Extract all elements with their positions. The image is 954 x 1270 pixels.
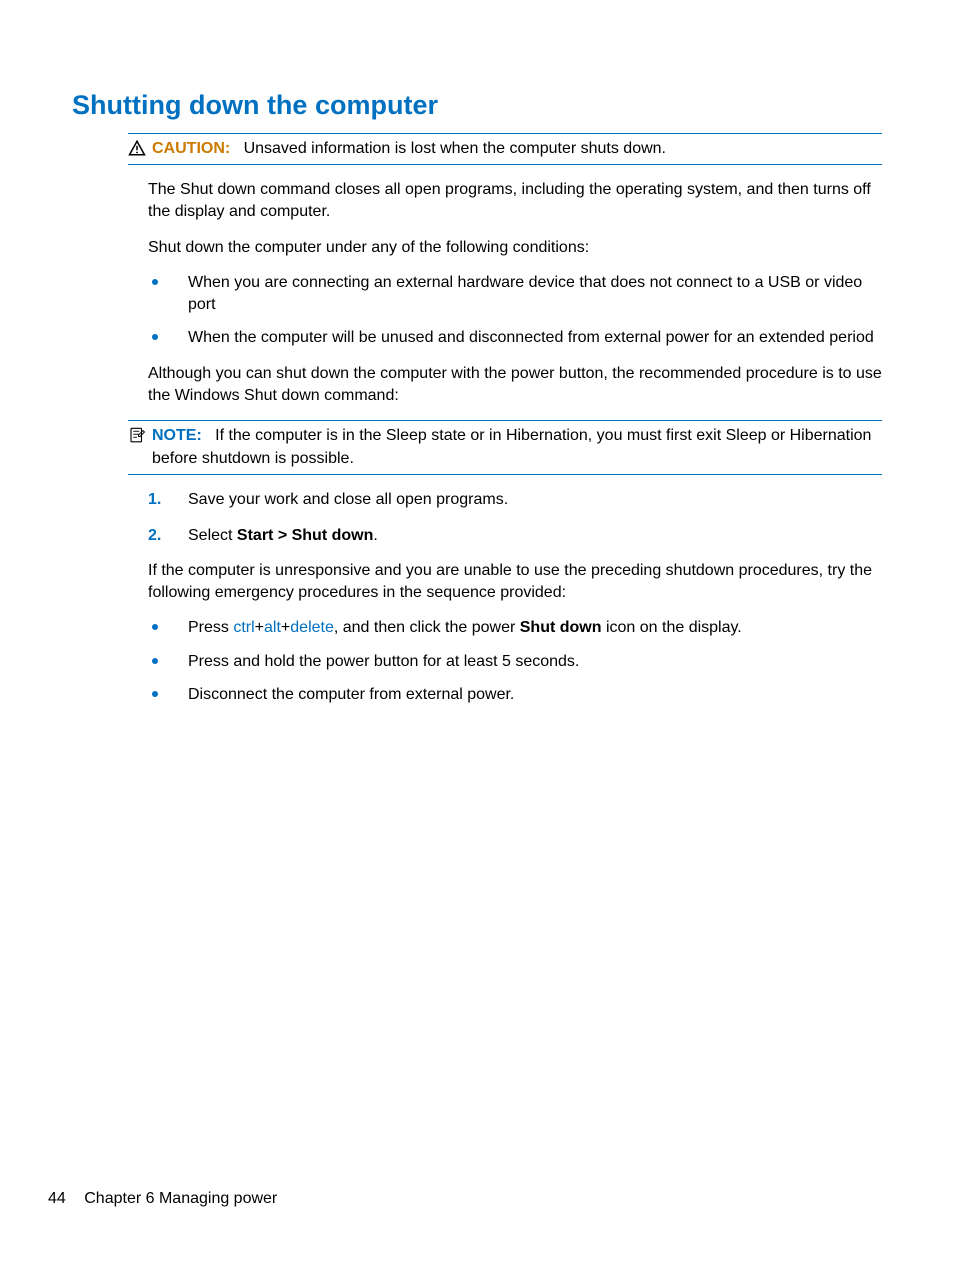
paragraph: If the computer is unresponsive and you … <box>148 560 882 603</box>
text: , and then click the power <box>334 619 520 636</box>
steps-list: Save your work and close all open progra… <box>148 489 882 546</box>
page-footer: 44 Chapter 6 Managing power <box>48 1190 277 1208</box>
note-callout: NOTE: If the computer is in the Sleep st… <box>128 420 882 475</box>
conditions-list: When you are connecting an external hard… <box>148 272 882 349</box>
list-item: Press ctrl+alt+delete, and then click th… <box>148 617 882 639</box>
paragraph: The Shut down command closes all open pr… <box>148 179 882 222</box>
note-label: NOTE: <box>152 427 202 444</box>
step-text: Select <box>188 527 237 544</box>
emergency-list: Press ctrl+alt+delete, and then click th… <box>148 617 882 706</box>
caution-label: CAUTION: <box>152 140 230 157</box>
caution-text-container: CAUTION: Unsaved information is lost whe… <box>152 138 882 160</box>
caution-icon <box>128 139 146 157</box>
key-delete: delete <box>290 619 334 636</box>
note-text: If the computer is in the Sleep state or… <box>152 427 871 466</box>
list-item: When the computer will be unused and dis… <box>148 327 882 349</box>
key-alt: alt <box>264 619 281 636</box>
note-icon <box>128 426 146 444</box>
page-title: Shutting down the computer <box>72 90 882 121</box>
list-item: Disconnect the computer from external po… <box>148 684 882 706</box>
paragraph: Although you can shut down the computer … <box>148 363 882 406</box>
body-content-2: Save your work and close all open progra… <box>148 489 882 706</box>
page-number: 44 <box>48 1190 66 1207</box>
document-page: Shutting down the computer CAUTION: Unsa… <box>0 0 954 706</box>
bold-text: Shut down <box>520 619 602 636</box>
text: + <box>255 619 264 636</box>
note-text-container: NOTE: If the computer is in the Sleep st… <box>152 425 882 470</box>
list-item: When you are connecting an external hard… <box>148 272 882 315</box>
text: Press <box>188 619 233 636</box>
paragraph: Shut down the computer under any of the … <box>148 237 882 259</box>
list-item: Press and hold the power button for at l… <box>148 651 882 673</box>
step-item: Save your work and close all open progra… <box>148 489 882 511</box>
key-ctrl: ctrl <box>233 619 254 636</box>
step-item: Select Start > Shut down. <box>148 525 882 547</box>
caution-text: Unsaved information is lost when the com… <box>244 140 666 157</box>
caution-callout: CAUTION: Unsaved information is lost whe… <box>128 133 882 165</box>
chapter-label: Chapter 6 Managing power <box>84 1190 277 1207</box>
text: + <box>281 619 290 636</box>
step-bold: Start > Shut down <box>237 527 373 544</box>
text: icon on the display. <box>602 619 742 636</box>
body-content: The Shut down command closes all open pr… <box>148 179 882 406</box>
step-text: . <box>373 527 377 544</box>
